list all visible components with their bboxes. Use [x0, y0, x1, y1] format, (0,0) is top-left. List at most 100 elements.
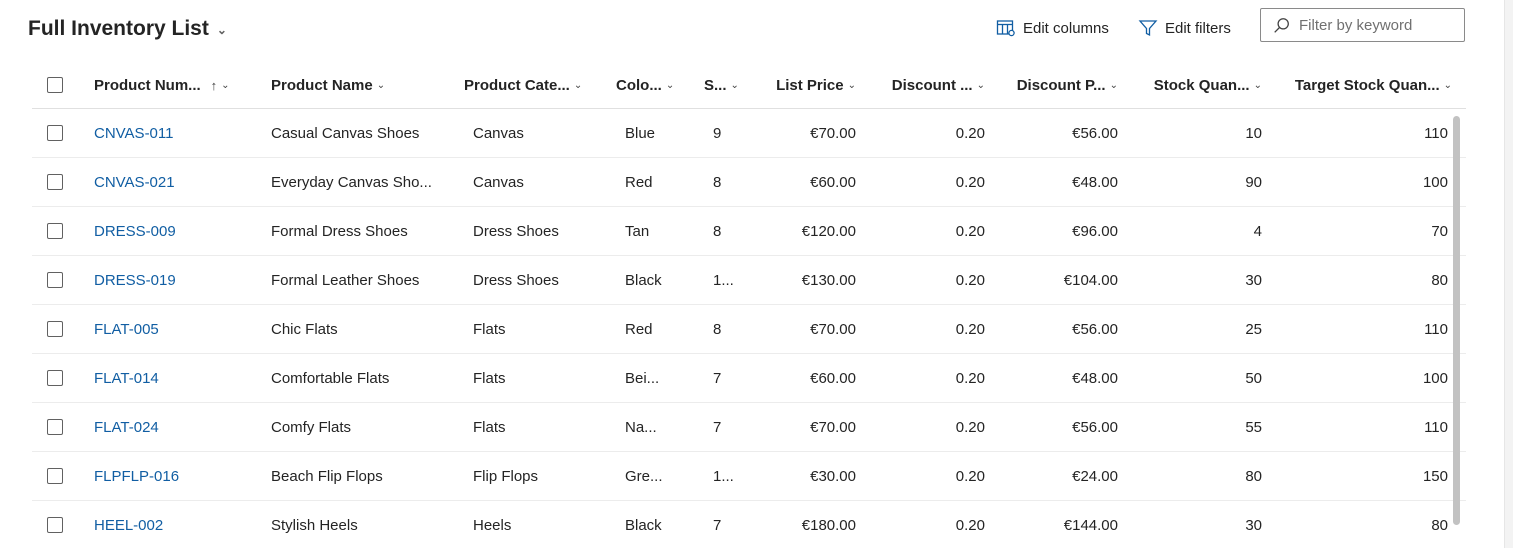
row-checkbox[interactable] [47, 517, 63, 533]
cell-product-name: Casual Canvas Shoes [271, 124, 420, 142]
chevron-down-icon: ⌄ [573, 79, 583, 91]
column-header-product-name[interactable]: Product Name ⌄ [271, 62, 451, 108]
column-header-size[interactable]: S... ⌄ [704, 62, 744, 108]
cell-discount-price: €104.00 [1063, 271, 1118, 289]
row-checkbox[interactable] [47, 174, 63, 190]
table-row[interactable]: HEEL-002 Stylish Heels Heels Black 7 €180.00 0… [32, 501, 1466, 548]
vertical-scrollbar[interactable] [1453, 116, 1460, 525]
cell-discount-price: €56.00 [1072, 124, 1118, 142]
select-all-checkbox[interactable] [47, 77, 63, 93]
cell-list-price: €60.00 [810, 173, 856, 191]
column-header-target-stock-quantity[interactable]: Target Stock Quan... ⌄ [1272, 62, 1452, 108]
column-header-label: Discount ... [891, 76, 973, 94]
column-header-label: Discount P... [1016, 76, 1106, 94]
chevron-down-icon: ⌄ [730, 79, 739, 91]
cell-product-number[interactable]: DRESS-019 [94, 256, 244, 304]
cell-product-name: Beach Flip Flops [271, 467, 383, 485]
edit-columns-button[interactable]: Edit columns [996, 18, 1109, 38]
row-checkbox[interactable] [47, 419, 63, 435]
chevron-down-icon: ⌄ [216, 23, 227, 37]
cell-size: 8 [713, 173, 722, 191]
edit-filters-button[interactable]: Edit filters [1138, 18, 1231, 38]
table-row[interactable]: DRESS-019 Formal Leather Shoes Dress Shoes… [32, 256, 1466, 305]
column-header-discount[interactable]: Discount ... ⌄ [872, 62, 985, 108]
cell-color: Na... [625, 418, 657, 436]
cell-target-stock-quantity: 70 [1431, 222, 1448, 240]
cell-color: Red [625, 173, 653, 191]
cell-stock-quantity: 30 [1245, 271, 1262, 289]
cell-product-number[interactable]: FLAT-024 [94, 403, 244, 451]
cell-color: Gre... [625, 467, 663, 485]
table-row[interactable]: FLAT-024 Comfy Flats Flats Na... 7 €70.00 0.20… [32, 403, 1466, 452]
cell-product-number[interactable]: DRESS-009 [94, 207, 244, 255]
row-checkbox[interactable] [47, 125, 63, 141]
table-row[interactable]: CNVAS-011 Casual Canvas Shoes Canvas Blue 9 €… [32, 109, 1466, 158]
table-row[interactable]: DRESS-009 Formal Dress Shoes Dress Shoes Ta… [32, 207, 1466, 256]
cell-product-category: Flats [473, 369, 506, 387]
cell-product-category: Dress Shoes [473, 222, 559, 240]
cell-discount-price: €56.00 [1072, 320, 1118, 338]
cell-product-category: Canvas [473, 173, 524, 191]
cell-discount-price: €96.00 [1072, 222, 1118, 240]
column-header-label: Colo... [616, 76, 662, 94]
cell-discount-price: €48.00 [1072, 369, 1118, 387]
cell-product-number[interactable]: FLPFLP-016 [94, 452, 244, 500]
cell-product-name: Formal Dress Shoes [271, 222, 408, 240]
sort-ascending-icon: ↑ [210, 77, 218, 93]
cell-product-name: Everyday Canvas Sho... [271, 173, 432, 191]
row-checkbox[interactable] [47, 370, 63, 386]
cell-stock-quantity: 55 [1245, 418, 1262, 436]
cell-product-number[interactable]: CNVAS-021 [94, 158, 244, 206]
cell-discount-price: €56.00 [1072, 418, 1118, 436]
cell-discount: 0.20 [955, 124, 985, 142]
cell-color: Tan [625, 222, 650, 240]
column-header-list-price[interactable]: List Price ⌄ [752, 62, 856, 108]
edit-columns-icon [996, 20, 1015, 37]
cell-target-stock-quantity: 110 [1424, 124, 1448, 142]
chevron-down-icon: ⌄ [1443, 79, 1452, 91]
cell-size: 1... [713, 271, 734, 289]
chevron-down-icon: ⌄ [221, 79, 230, 91]
column-header-product-number[interactable]: Product Num... ↑ ⌄ [94, 62, 254, 108]
cell-list-price: €70.00 [810, 124, 856, 142]
row-checkbox[interactable] [47, 321, 63, 337]
row-checkbox[interactable] [47, 468, 63, 484]
cell-product-category: Flip Flops [473, 467, 539, 485]
cell-color: Black [625, 516, 662, 534]
cell-product-number[interactable]: HEEL-002 [94, 501, 244, 548]
cell-product-category: Flats [473, 320, 506, 338]
view-selector[interactable]: Full Inventory List ⌄ [28, 17, 227, 41]
cell-target-stock-quantity: 80 [1431, 271, 1448, 289]
search-box[interactable] [1260, 8, 1465, 42]
cell-product-number[interactable]: FLAT-014 [94, 354, 244, 402]
cell-size: 7 [713, 418, 722, 436]
column-header-product-category[interactable]: Product Cate... ⌄ [464, 62, 604, 108]
table-row[interactable]: FLAT-005 Chic Flats Flats Red 8 €70.00 0.20 €56… [32, 305, 1466, 354]
cell-list-price: €60.00 [810, 369, 856, 387]
cell-product-category: Heels [473, 516, 512, 534]
cell-list-price: €30.00 [810, 467, 856, 485]
cell-stock-quantity: 10 [1245, 124, 1262, 142]
table-row[interactable]: FLPFLP-016 Beach Flip Flops Flip Flops Gre.… [32, 452, 1466, 501]
table-row[interactable]: FLAT-014 Comfortable Flats Flats Bei... 7 €60… [32, 354, 1466, 403]
row-checkbox[interactable] [47, 272, 63, 288]
cell-target-stock-quantity: 110 [1424, 418, 1448, 436]
cell-product-number[interactable]: CNVAS-011 [94, 109, 244, 157]
chevron-down-icon: ⌄ [1109, 79, 1118, 91]
grid-body: CNVAS-011 Casual Canvas Shoes Canvas Blue 9 €… [32, 109, 1466, 548]
table-row[interactable]: CNVAS-021 Everyday Canvas Sho... Canvas Red… [32, 158, 1466, 207]
row-checkbox[interactable] [47, 223, 63, 239]
column-header-label: Product Cate... [464, 76, 570, 94]
column-header-color[interactable]: Colo... ⌄ [616, 62, 691, 108]
cell-discount: 0.20 [955, 369, 985, 387]
cell-list-price: €70.00 [810, 418, 856, 436]
inventory-grid: Product Num... ↑ ⌄ Product Name ⌄ Produc… [32, 62, 1466, 548]
cell-product-name: Comfy Flats [271, 418, 352, 436]
search-input[interactable] [1299, 16, 1459, 34]
cell-product-name: Stylish Heels [271, 516, 358, 534]
column-header-stock-quantity[interactable]: Stock Quan... ⌄ [1132, 62, 1262, 108]
cell-product-number[interactable]: FLAT-005 [94, 305, 244, 353]
cell-target-stock-quantity: 110 [1424, 320, 1448, 338]
column-header-discount-price[interactable]: Discount P... ⌄ [1000, 62, 1118, 108]
cell-product-name: Chic Flats [271, 320, 338, 338]
